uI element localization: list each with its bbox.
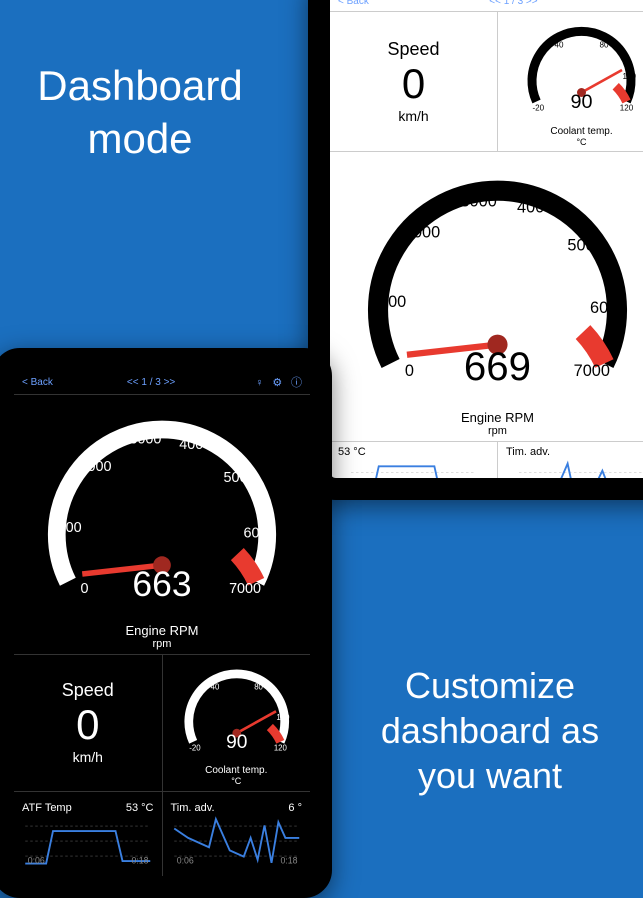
svg-text:2000: 2000: [80, 459, 112, 475]
coolant-label: Coolant temp.: [550, 126, 612, 137]
atf-sparkline: 0:06 0:18: [18, 816, 158, 866]
rpm-gauge-panel-dark: 0 1000 2000 3000 4000 5000 6000 7000 663…: [14, 395, 310, 654]
svg-text:100: 100: [276, 713, 290, 722]
pager[interactable]: << 1 / 3 >>: [369, 0, 643, 7]
info-icon[interactable]: ⓘ: [291, 377, 302, 389]
timadv-title-light: Tim. adv.: [506, 446, 550, 458]
timadv-value-dark: 6 °: [288, 802, 302, 814]
svg-text:7000: 7000: [229, 581, 261, 597]
svg-text:6000: 6000: [243, 525, 275, 541]
tablet-light: < Back << 1 / 3 >> Speed 0 km/h -20 0 40: [308, 0, 643, 500]
rpm-gauge-light: 0 1000 2000 3000 4000 5000 6000 7000 669: [334, 156, 643, 408]
speed-panel: Speed 0 km/h: [330, 12, 498, 151]
svg-text:0:06: 0:06: [28, 855, 45, 865]
svg-text:4000: 4000: [179, 437, 211, 453]
svg-text:80: 80: [600, 41, 609, 50]
svg-text:0: 0: [188, 713, 193, 722]
coolant-sparkline: [334, 460, 493, 500]
svg-text:2000: 2000: [404, 224, 440, 242]
speed-unit: km/h: [73, 749, 103, 765]
svg-text:1000: 1000: [50, 520, 82, 536]
coolant-reading: 53 °C: [338, 446, 366, 458]
svg-text:0: 0: [80, 581, 88, 597]
svg-text:6000: 6000: [590, 299, 626, 317]
svg-text:0: 0: [532, 72, 537, 81]
timadv-sparkline-light: [502, 460, 643, 500]
svg-text:-20: -20: [189, 743, 201, 752]
svg-text:-20: -20: [532, 104, 544, 113]
rpm-value-light: 669: [464, 344, 531, 389]
back-button[interactable]: < Back: [338, 0, 369, 7]
svg-text:3000: 3000: [129, 431, 161, 447]
navbar-dark: < Back << 1 / 3 >> ♀ ⚙ ⓘ: [14, 370, 310, 394]
rpm-gauge-dark: 0 1000 2000 3000 4000 5000 6000 7000 663: [18, 399, 306, 621]
pager[interactable]: << 1 / 3 >>: [53, 377, 249, 388]
speed-value: 0: [402, 60, 425, 108]
rpm-label-light: Engine RPM: [461, 410, 534, 425]
speed-value: 0: [76, 701, 99, 749]
coolant-value: 90: [570, 91, 592, 113]
svg-text:5000: 5000: [224, 470, 256, 486]
coolant-spark-panel: 53 °C: [330, 442, 498, 500]
tablet-dark: < Back << 1 / 3 >> ♀ ⚙ ⓘ 0 1000 2000 300…: [0, 348, 332, 898]
back-button[interactable]: < Back: [22, 377, 53, 388]
rpm-unit-dark: rpm: [153, 638, 172, 650]
promo-title-top: Dashboard mode: [20, 60, 260, 165]
promo-title-bottom: Customize dashboard as you want: [355, 663, 625, 798]
timadv-sparkline-dark: 0:06 0:18: [167, 816, 307, 866]
svg-text:40: 40: [555, 41, 564, 50]
speed-label: Speed: [387, 39, 439, 60]
coolant-gauge-panel-dark: -20 0 40 80 100 120 90 Coolant temp. °C: [163, 655, 311, 791]
rpm-label-dark: Engine RPM: [126, 623, 199, 638]
coolant-label-dark: Coolant temp.: [205, 765, 267, 776]
svg-text:1000: 1000: [370, 293, 406, 311]
svg-text:3000: 3000: [460, 192, 496, 210]
speed-unit: km/h: [398, 108, 428, 124]
svg-text:100: 100: [622, 72, 636, 81]
atf-title: ATF Temp: [22, 802, 72, 814]
svg-text:0:06: 0:06: [176, 855, 193, 865]
svg-text:7000: 7000: [574, 362, 610, 380]
gear-icon[interactable]: ⚙: [272, 377, 282, 389]
timadv-spark-panel-dark: Tim. adv. 6 ° 0:06 0:18: [163, 792, 311, 876]
bulb-icon[interactable]: ♀: [255, 377, 263, 389]
svg-text:0: 0: [405, 362, 414, 380]
svg-text:5000: 5000: [567, 236, 603, 254]
coolant-unit: °C: [576, 137, 586, 147]
speed-label: Speed: [62, 680, 114, 701]
coolant-gauge-panel: -20 0 40 80 100 120 90 Coolant temp. °C: [498, 12, 643, 151]
svg-text:40: 40: [210, 682, 219, 691]
coolant-gauge-dark: -20 0 40 80 100 120 90: [167, 659, 307, 764]
rpm-unit-light: rpm: [488, 425, 507, 437]
svg-text:120: 120: [273, 743, 287, 752]
timadv-title-dark: Tim. adv.: [171, 802, 215, 814]
svg-text:0:18: 0:18: [132, 855, 149, 865]
svg-text:120: 120: [620, 104, 634, 113]
svg-text:4000: 4000: [517, 199, 553, 217]
rpm-value-dark: 663: [132, 564, 191, 604]
svg-text:0:18: 0:18: [280, 855, 297, 865]
rpm-gauge-panel-light: 0 1000 2000 3000 4000 5000 6000 7000 669…: [330, 152, 643, 441]
coolant-value-dark: 90: [226, 732, 247, 753]
svg-text:80: 80: [254, 682, 263, 691]
coolant-unit-dark: °C: [231, 776, 241, 786]
navbar-light: < Back << 1 / 3 >>: [330, 0, 643, 11]
speed-panel-dark: Speed 0 km/h: [14, 655, 163, 791]
coolant-gauge: -20 0 40 80 100 120 90: [502, 16, 643, 124]
timadv-spark-panel-light: Tim. adv.: [498, 442, 643, 500]
atf-value: 53 °C: [126, 802, 154, 814]
atf-spark-panel: ATF Temp 53 °C 0:06 0:18: [14, 792, 163, 876]
